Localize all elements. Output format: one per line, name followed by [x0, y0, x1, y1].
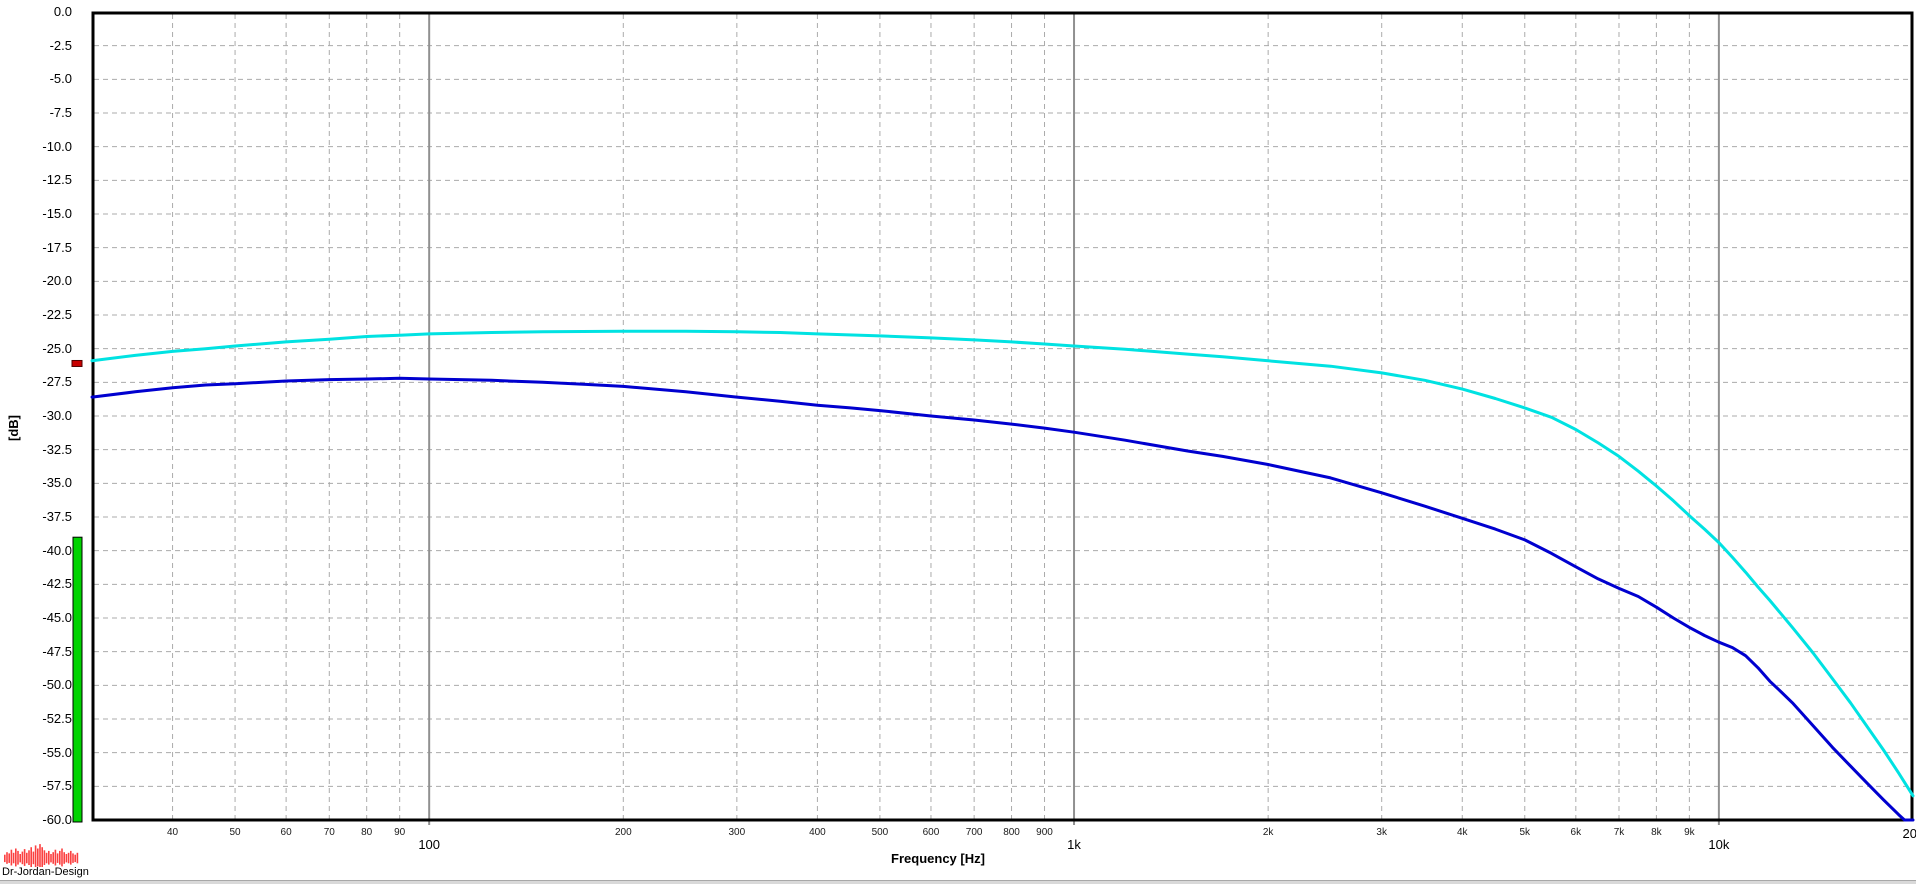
x-tick-label: 9k — [1684, 827, 1695, 838]
y-tick-label: -57.5 — [0, 778, 72, 794]
x-tick-label: 5k — [1519, 827, 1530, 838]
y-tick-label: -20.0 — [0, 273, 72, 289]
y-tick-label: -2.5 — [0, 38, 72, 54]
y-tick-label: -35.0 — [0, 475, 72, 491]
waveform-bar — [24, 849, 26, 866]
waveform-bar — [72, 853, 74, 863]
x-tick-label: 90 — [394, 827, 405, 838]
waveform-bar — [46, 853, 48, 864]
waveform-bar — [6, 852, 8, 864]
y-tick-label: -60.0 — [0, 812, 72, 828]
x-tick-label: 700 — [966, 827, 983, 838]
waveform-bar — [59, 851, 61, 865]
y-axis-title: [dB] — [6, 405, 22, 451]
x-tick-label: 2k — [1263, 827, 1274, 838]
waveform-bar — [66, 854, 68, 862]
y-tick-label: -10.0 — [0, 139, 72, 155]
x-tick-label: 70 — [324, 827, 335, 838]
y-tick-label: -5.0 — [0, 71, 72, 87]
x-tick-label: 300 — [729, 827, 746, 838]
waveform-bar — [19, 854, 21, 862]
x-tick-label: 100 — [418, 838, 440, 852]
y-tick-label: -50.0 — [0, 677, 72, 693]
y-tick-label: -37.5 — [0, 509, 72, 525]
waveform-bar — [22, 852, 24, 865]
x-tick-label: 600 — [923, 827, 940, 838]
y-tick-label: -40.0 — [0, 543, 72, 559]
waveform-bar — [70, 851, 72, 865]
lower-response-curve — [92, 378, 1913, 820]
waveform-bar — [52, 852, 54, 864]
waveform-bar — [26, 853, 28, 864]
x-axis-title: Frequency [Hz] — [838, 851, 1038, 866]
y-tick-label: -47.5 — [0, 644, 72, 660]
x-tick-label: 50 — [229, 827, 240, 838]
waveform-bar — [77, 853, 79, 864]
waveform-bar — [41, 847, 43, 867]
x-tick-label: 900 — [1036, 827, 1053, 838]
x-tick-label: 60 — [281, 827, 292, 838]
y-tick-label: -7.5 — [0, 105, 72, 121]
red-level-marker — [72, 360, 82, 366]
waveform-bar — [55, 850, 57, 866]
waveform-bar — [57, 853, 59, 863]
logo-text: Dr-Jordan-Design — [2, 866, 89, 878]
measurement-window: 0.0 -2.5 -5.0 -7.5 -10.0 -12.5 -15.0 -17.5 -20.0… — [0, 0, 1916, 884]
waveform-bar — [28, 850, 30, 865]
waveform-bar — [39, 844, 41, 867]
waveform-bar — [68, 853, 70, 864]
waveform-bar — [61, 849, 63, 867]
y-tick-label: -17.5 — [0, 240, 72, 256]
x-tick-label: 500 — [872, 827, 889, 838]
x-tick-label: 200 — [615, 827, 632, 838]
y-tick-label: -45.0 — [0, 610, 72, 626]
waveform-bar — [30, 847, 32, 867]
waveform-bar — [63, 852, 65, 864]
waveform-bar — [37, 849, 39, 867]
dr-jordan-design-logo: Dr-Jordan-Design — [2, 842, 92, 880]
waveform-bar — [8, 853, 10, 863]
x-tick-label: 8k — [1651, 827, 1662, 838]
y-tick-label: -27.5 — [0, 374, 72, 390]
x-tick-label: 1k — [1067, 838, 1081, 852]
x-tick-label: 20k — [1903, 827, 1916, 841]
x-tick-label: 4k — [1457, 827, 1468, 838]
window-bottom-frame — [0, 880, 1916, 884]
green-level-bar — [73, 537, 82, 822]
x-tick-label: 7k — [1614, 827, 1625, 838]
waveform-bar — [15, 849, 17, 867]
y-tick-label: -52.5 — [0, 711, 72, 727]
upper-response-curve — [92, 331, 1913, 796]
y-tick-label: -25.0 — [0, 341, 72, 357]
waveform-bar — [74, 855, 76, 862]
y-tick-label: -55.0 — [0, 745, 72, 761]
waveform-bar — [4, 855, 6, 862]
x-tick-label: 6k — [1571, 827, 1582, 838]
y-tick-label: 0.0 — [0, 4, 72, 20]
red-waveform-icon — [4, 843, 80, 867]
waveform-bar — [44, 850, 46, 865]
waveform-bar — [11, 850, 13, 866]
y-tick-label: -22.5 — [0, 307, 72, 323]
y-tick-label: -42.5 — [0, 576, 72, 592]
x-tick-label: 80 — [361, 827, 372, 838]
x-tick-label: 3k — [1376, 827, 1387, 838]
y-tick-label: -12.5 — [0, 172, 72, 188]
x-tick-label: 800 — [1003, 827, 1020, 838]
x-tick-label: 400 — [809, 827, 826, 838]
y-tick-label: -15.0 — [0, 206, 72, 222]
waveform-bar — [50, 854, 52, 862]
waveform-bar — [17, 851, 19, 865]
x-tick-label: 10k — [1708, 838, 1729, 852]
waveform-bar — [48, 851, 50, 865]
frequency-response-chart — [0, 0, 1916, 884]
waveform-bar — [33, 852, 35, 865]
waveform-bar — [35, 845, 37, 867]
x-tick-label: 40 — [167, 827, 178, 838]
waveform-bar — [13, 853, 15, 864]
